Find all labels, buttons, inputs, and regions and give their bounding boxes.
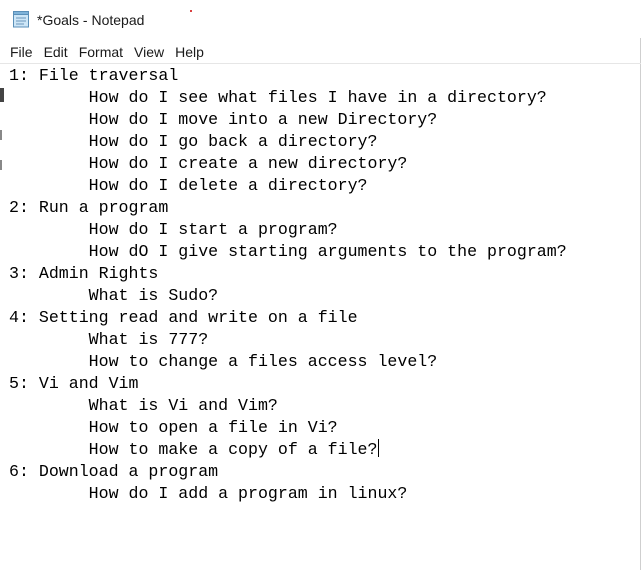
text-line[interactable]: What is 777?	[9, 329, 209, 351]
text-line[interactable]: What is Sudo?	[9, 285, 218, 307]
text-line[interactable]: How do I delete a directory?	[9, 175, 368, 197]
text-line[interactable]: How do I go back a directory?	[9, 131, 378, 153]
text-line[interactable]: 3: Admin Rights	[9, 263, 158, 285]
background-window-edge	[0, 130, 2, 140]
text-line[interactable]: What is Vi and Vim?	[9, 395, 278, 417]
menu-edit[interactable]: Edit	[38, 44, 73, 60]
text-caret	[378, 439, 380, 457]
text-line[interactable]: 1: File traversal	[9, 65, 178, 87]
background-window-edge	[0, 88, 4, 102]
text-line[interactable]: 4: Setting read and write on a file	[9, 307, 358, 329]
menu-file[interactable]: File	[0, 44, 38, 60]
background-window-edge	[0, 160, 2, 170]
text-line[interactable]: 6: Download a program	[9, 461, 218, 483]
text-line[interactable]: How dO I give starting arguments to the …	[9, 241, 567, 263]
title-bar-mark	[190, 10, 192, 12]
notepad-window: *Goals - Notepad File Edit Format View H…	[0, 0, 641, 570]
text-line[interactable]: How do I move into a new Directory?	[9, 109, 438, 131]
text-line[interactable]: How to open a file in Vi?	[9, 417, 338, 439]
title-bar[interactable]: *Goals - Notepad	[0, 0, 641, 38]
text-line[interactable]: How do I start a program?	[9, 219, 338, 241]
text-line[interactable]: How do I create a new directory?	[9, 153, 408, 175]
text-line[interactable]: How do I add a program in linux?	[9, 483, 408, 505]
text-line[interactable]: How do I see what files I have in a dire…	[9, 87, 547, 109]
menu-format[interactable]: Format	[73, 44, 128, 60]
window-title: *Goals - Notepad	[37, 12, 145, 28]
text-line[interactable]: 5: Vi and Vim	[9, 373, 138, 395]
menu-view[interactable]: View	[128, 44, 169, 60]
text-editor-area[interactable]: 1: File traversal How do I see what file…	[0, 63, 641, 570]
menu-bar: File Edit Format View Help	[0, 41, 641, 62]
text-line[interactable]: How to make a copy of a file?	[9, 439, 380, 461]
text-line[interactable]: How to change a files access level?	[9, 351, 438, 373]
notepad-icon	[13, 11, 29, 28]
text-line[interactable]: 2: Run a program	[9, 197, 168, 219]
menu-help[interactable]: Help	[169, 44, 209, 60]
